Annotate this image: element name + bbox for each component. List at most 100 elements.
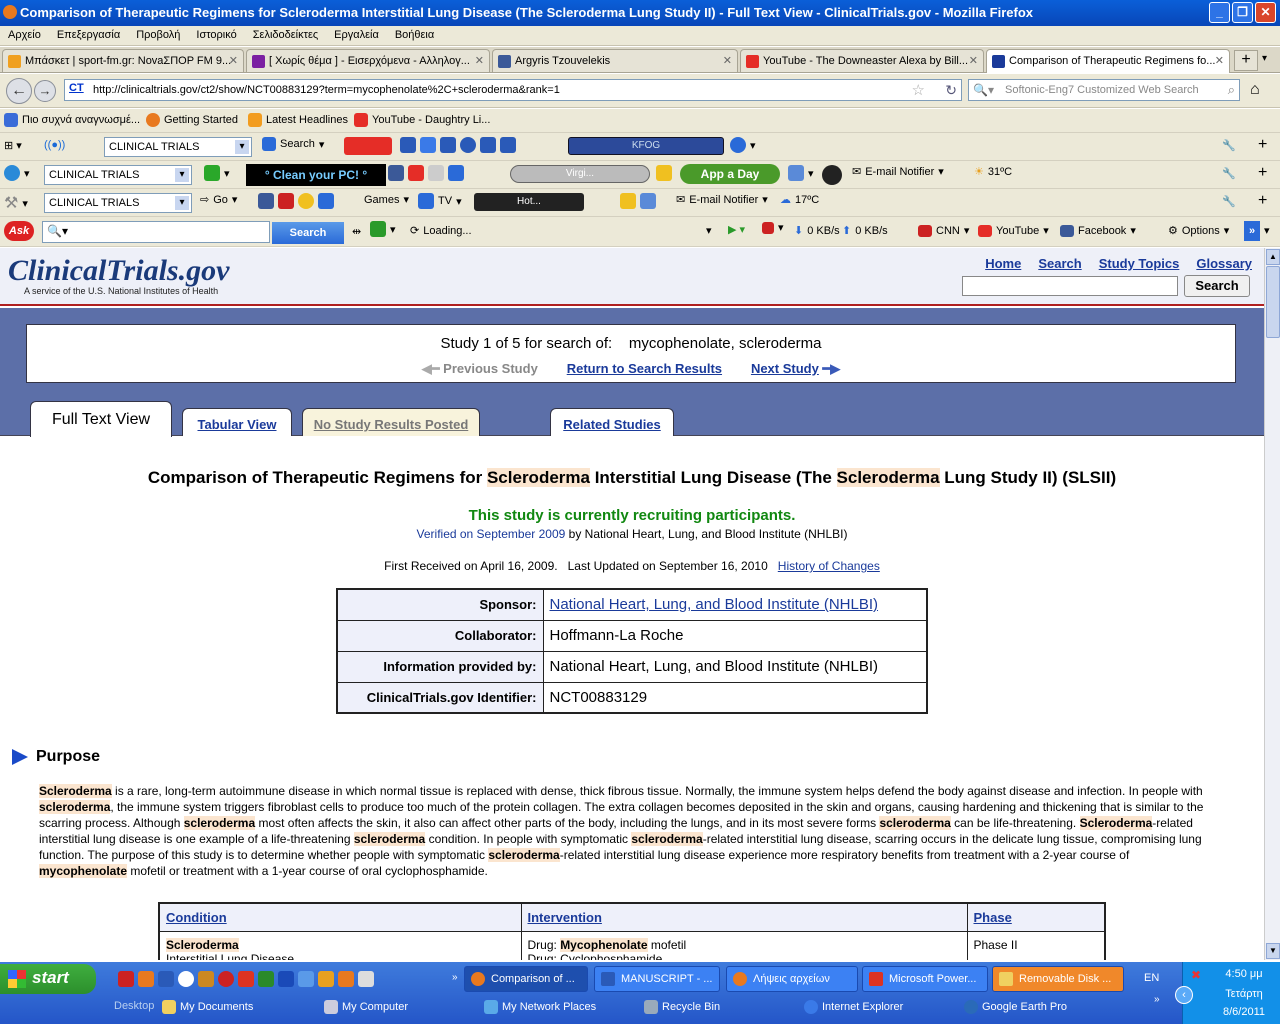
toolbar-logo-icon[interactable]: ⚒ bbox=[4, 193, 18, 213]
tray-alert-icon[interactable]: ✖ bbox=[1191, 968, 1201, 982]
toolbar-app-icon[interactable] bbox=[730, 137, 746, 153]
verified-date-link[interactable]: Verified on September 2009 bbox=[417, 527, 566, 541]
return-to-results-link[interactable]: Return to Search Results bbox=[567, 361, 722, 376]
bookmark-star-icon[interactable]: ☆ bbox=[912, 81, 925, 99]
toolbar-grip-icon[interactable]: ⊞ ▾ bbox=[4, 139, 22, 152]
smiley-icon[interactable] bbox=[298, 193, 314, 209]
cnn-menu[interactable]: CNN ▾ bbox=[918, 224, 969, 237]
go-icon[interactable] bbox=[204, 165, 220, 181]
scroll-down-icon[interactable]: ▼ bbox=[1266, 943, 1280, 959]
wrench-icon[interactable]: 🔧 bbox=[1222, 139, 1236, 152]
next-study-link[interactable]: Next Study bbox=[751, 361, 819, 376]
quicklink-my-computer[interactable]: My Computer bbox=[324, 1000, 408, 1014]
tab-clinicaltrials[interactable]: Comparison of Therapeutic Regimens fo...… bbox=[986, 49, 1230, 73]
chevron-down-icon[interactable]: ▾ bbox=[706, 224, 712, 237]
nav-glossary-link[interactable]: Glossary bbox=[1196, 256, 1252, 271]
quick-launch-icon[interactable] bbox=[298, 971, 314, 987]
site-logo[interactable]: ClinicalTrials.gov bbox=[8, 254, 229, 288]
search-engine-icon[interactable]: 🔍▾ bbox=[973, 83, 994, 97]
toolbar-app-icon[interactable] bbox=[448, 165, 464, 181]
task-powerpoint[interactable]: Microsoft Power... bbox=[862, 966, 988, 992]
tab-study-results[interactable]: No Study Results Posted bbox=[302, 408, 480, 436]
scrollbar-thumb[interactable] bbox=[1266, 266, 1280, 338]
toolbar-app-icon[interactable] bbox=[480, 137, 496, 153]
site-search-input[interactable] bbox=[962, 276, 1178, 296]
toolbar-app-icon[interactable] bbox=[318, 193, 334, 209]
play-icon[interactable] bbox=[460, 137, 476, 153]
nav-study-topics-link[interactable]: Study Topics bbox=[1099, 256, 1180, 271]
toolbar-logo-icon[interactable] bbox=[4, 165, 20, 181]
tab-tabular-view[interactable]: Tabular View bbox=[182, 408, 292, 436]
language-indicator[interactable]: EN bbox=[1144, 972, 1159, 984]
toolbar-app-icon[interactable] bbox=[370, 221, 386, 237]
task-manuscript[interactable]: MANUSCRIPT - ... bbox=[594, 966, 720, 992]
tab-sportfm[interactable]: Μπάσκετ | sport-fm.gr: ΝοvaΣΠΟΡ FM 9... ✕ bbox=[2, 49, 244, 72]
play-icon[interactable]: ▶ ▾ bbox=[728, 223, 745, 236]
history-of-changes-link[interactable]: History of Changes bbox=[778, 559, 880, 573]
quicklink-internet-explorer[interactable]: Internet Explorer bbox=[804, 1000, 903, 1014]
email-notifier[interactable]: ✉ E-mail Notifier ▾ bbox=[676, 193, 768, 207]
quick-launch-icon[interactable] bbox=[338, 971, 354, 987]
tab-youtube[interactable]: YouTube - The Downeaster Alexa by Bill..… bbox=[740, 49, 984, 72]
close-button[interactable]: ✕ bbox=[1255, 2, 1276, 23]
excel-icon[interactable] bbox=[258, 971, 274, 987]
toolbar-app-icon[interactable] bbox=[788, 165, 804, 181]
tab-facebook[interactable]: Argyris Tzouvelekis ✕ bbox=[492, 49, 738, 72]
toolbar2-search-dropdown[interactable]: CLINICAL TRIALS bbox=[44, 165, 192, 185]
quick-launch-icon[interactable] bbox=[218, 971, 234, 987]
scroll-up-icon[interactable]: ▲ bbox=[1266, 249, 1280, 265]
quicklink-recycle-bin[interactable]: Recycle Bin bbox=[644, 1000, 720, 1014]
powerpoint-icon[interactable] bbox=[238, 971, 254, 987]
radio-player[interactable]: Hot... bbox=[474, 193, 584, 211]
app-a-day-button[interactable]: App a Day bbox=[680, 164, 780, 184]
pdf-icon[interactable] bbox=[118, 971, 134, 987]
games-menu[interactable]: Games ▾ bbox=[364, 193, 409, 207]
ask-search-input[interactable]: 🔍▾ bbox=[42, 221, 270, 243]
web-search-box[interactable]: 🔍▾ Softonic-Eng7 Customized Web Search ⌕ bbox=[968, 79, 1240, 101]
wrench-icon[interactable]: 🔧 bbox=[1222, 167, 1236, 180]
chat-icon[interactable] bbox=[620, 193, 636, 209]
nav-search-link[interactable]: Search bbox=[1038, 256, 1081, 271]
quicklink-my-documents[interactable]: My Documents bbox=[162, 1000, 253, 1014]
youtube-icon[interactable] bbox=[408, 165, 424, 181]
menu-edit[interactable]: Επεξεργασία bbox=[57, 29, 120, 45]
purpose-heading[interactable]: Purpose bbox=[12, 748, 100, 766]
menu-help[interactable]: Βοήθεια bbox=[395, 29, 434, 45]
bookmark-getting-started[interactable]: Getting Started bbox=[146, 113, 238, 127]
new-tab-button[interactable]: + bbox=[1234, 50, 1258, 71]
toolbar-app-icon[interactable] bbox=[500, 137, 516, 153]
toolbar3-search-dropdown[interactable]: CLINICAL TRIALS bbox=[44, 193, 192, 213]
radio-signal-icon[interactable]: ((●)) bbox=[44, 139, 65, 151]
start-button[interactable]: start bbox=[0, 964, 96, 994]
toolbar1-search-button[interactable]: Search ▾ bbox=[262, 137, 324, 151]
bookmark-youtube[interactable]: YouTube - Daughtry Li... bbox=[354, 113, 490, 127]
tray-collapse-chevron-icon[interactable]: ‹ bbox=[1175, 986, 1193, 1004]
toolbar-app-icon[interactable] bbox=[400, 137, 416, 153]
maximize-button[interactable]: ❐ bbox=[1232, 2, 1253, 23]
page-scrollbar[interactable]: ▲ ▼ bbox=[1264, 248, 1280, 960]
toolbar-app-icon[interactable] bbox=[440, 137, 456, 153]
close-icon[interactable]: ✕ bbox=[229, 54, 238, 67]
toolbar-resize-handle[interactable]: ⇹ bbox=[352, 225, 361, 238]
site-search-button[interactable]: Search bbox=[1184, 275, 1250, 297]
minimize-button[interactable]: _ bbox=[1209, 2, 1230, 23]
youtube-icon[interactable] bbox=[344, 137, 392, 155]
add-icon[interactable]: + bbox=[1258, 192, 1267, 210]
quick-launch-icon[interactable] bbox=[318, 971, 334, 987]
quick-launch-icon[interactable] bbox=[198, 971, 214, 987]
quicklink-google-earth[interactable]: Google Earth Pro bbox=[964, 1000, 1067, 1014]
menu-file[interactable]: Αρχείο bbox=[8, 29, 41, 45]
condition-header-link[interactable]: Condition bbox=[166, 910, 227, 925]
quicklink-network-places[interactable]: My Network Places bbox=[484, 1000, 596, 1014]
add-icon[interactable]: + bbox=[1258, 136, 1267, 154]
close-icon[interactable]: ✕ bbox=[475, 54, 484, 67]
tab-list-chevron-down-icon[interactable]: ▾ bbox=[1262, 53, 1267, 64]
home-icon[interactable]: ⌂ bbox=[1250, 81, 1270, 99]
chat-icon[interactable] bbox=[656, 165, 672, 181]
ask-search-button[interactable]: Search bbox=[272, 222, 344, 244]
toolbar-app-icon[interactable] bbox=[428, 165, 444, 181]
quick-launch-icon[interactable] bbox=[358, 971, 374, 987]
word-icon[interactable] bbox=[158, 971, 174, 987]
quicklink-desktop[interactable]: Desktop bbox=[114, 1000, 154, 1012]
nav-home-link[interactable]: Home bbox=[985, 256, 1021, 271]
